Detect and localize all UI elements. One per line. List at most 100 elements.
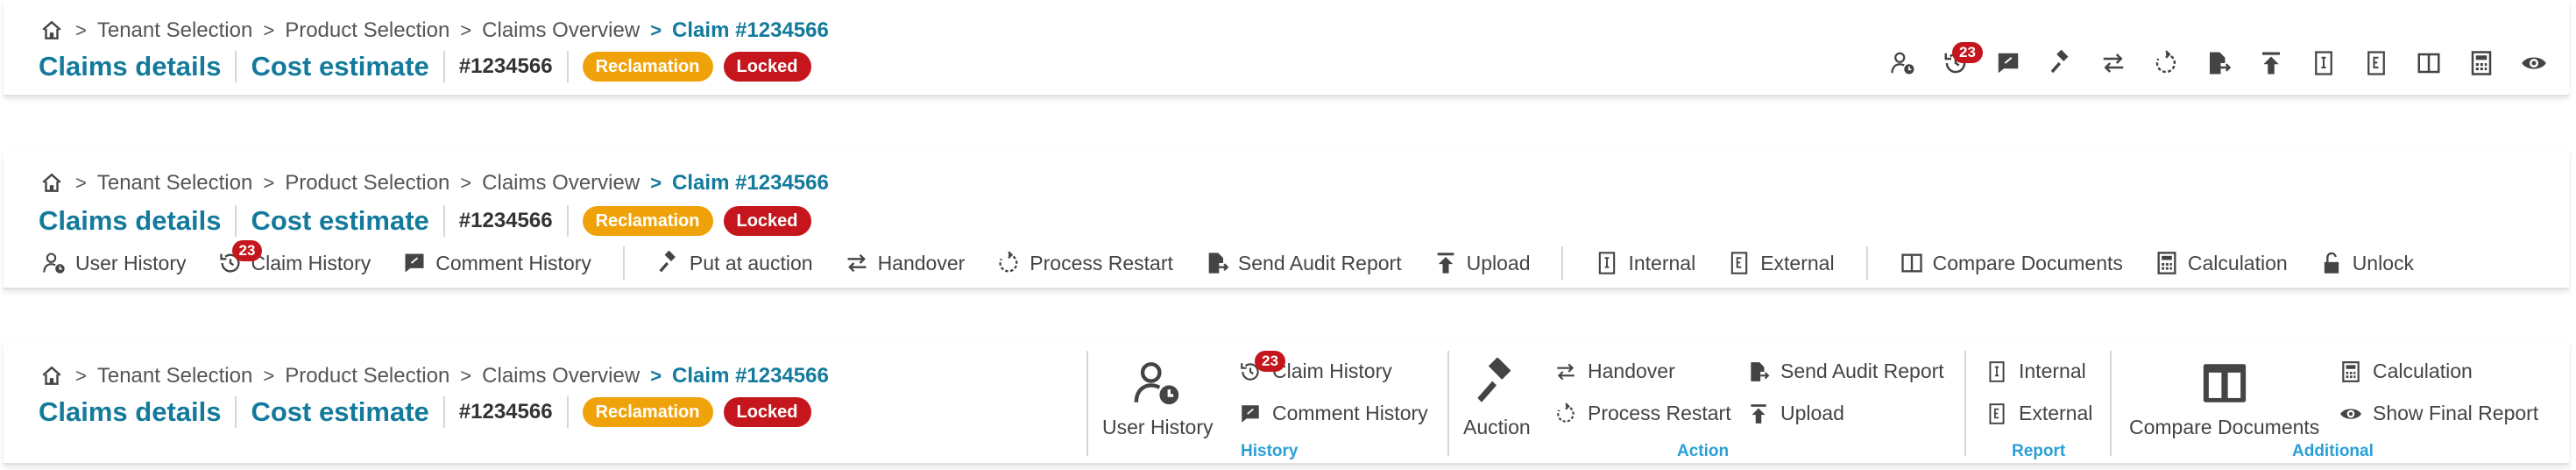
divider	[566, 396, 569, 428]
send-audit-report-button[interactable]	[2192, 46, 2245, 81]
breadcrumb-product-selection[interactable]: Product Selection	[285, 171, 449, 196]
calculation-button[interactable]: Calculation	[2339, 360, 2473, 383]
breadcrumb-claims-overview[interactable]: Claims Overview	[482, 171, 640, 196]
compare-documents-button[interactable]	[2403, 46, 2455, 81]
eye-icon	[2339, 402, 2362, 425]
header-variant-toolbar: > Tenant Selection > Product Selection >…	[4, 151, 2569, 289]
auction-button[interactable]	[2035, 46, 2087, 81]
comment-history-label: Comment History	[1272, 402, 1428, 424]
upload-button[interactable]: Upload	[1747, 402, 1844, 425]
internal-report-button[interactable]: Internal	[1985, 360, 2086, 383]
tab-claims-details[interactable]: Claims details	[39, 51, 221, 82]
home-icon[interactable]	[39, 365, 65, 388]
calculation-button[interactable]: Calculation	[2155, 251, 2288, 275]
divider	[566, 205, 569, 237]
claim-number: #1234566	[458, 400, 553, 424]
tab-cost-estimate[interactable]: Cost estimate	[251, 51, 428, 82]
user-history-button[interactable]: User History	[1102, 358, 1214, 439]
tab-claims-details[interactable]: Claims details	[39, 205, 221, 237]
group-label-additional: Additional	[2292, 442, 2374, 460]
process-restart-button[interactable]: Process Restart	[996, 251, 1173, 275]
divider	[442, 396, 445, 428]
external-document-icon	[1985, 402, 2008, 425]
divider	[2110, 351, 2112, 456]
auction-button[interactable]: Auction	[1463, 358, 1531, 439]
user-history-icon	[1132, 358, 1183, 409]
put-at-auction-button[interactable]: Put at auction	[656, 251, 813, 275]
tab-claims-details[interactable]: Claims details	[39, 396, 221, 428]
breadcrumb-claims-overview[interactable]: Claims Overview	[482, 364, 640, 388]
internal-document-icon	[1595, 251, 1619, 275]
tab-cost-estimate[interactable]: Cost estimate	[251, 205, 428, 237]
status-badge-locked: Locked	[723, 52, 811, 82]
divider	[1561, 246, 1564, 280]
upload-button[interactable]: Upload	[1433, 251, 1530, 275]
home-icon[interactable]	[39, 172, 65, 195]
unlock-button[interactable]: Unlock	[2319, 251, 2414, 275]
compare-documents-label: Compare Documents	[1932, 251, 2123, 274]
restart-icon	[2153, 50, 2179, 76]
user-history-icon	[42, 251, 67, 275]
handover-button[interactable]: Handover	[845, 251, 966, 275]
compare-documents-button[interactable]: Compare Documents	[2129, 358, 2319, 439]
calculation-label: Calculation	[2373, 360, 2473, 382]
status-badge-reclamation: Reclamation	[582, 206, 713, 236]
send-document-icon	[2205, 50, 2232, 76]
comment-icon	[1995, 50, 2021, 76]
chevron-right-icon: >	[650, 365, 662, 387]
internal-label: Internal	[2019, 360, 2086, 382]
gavel-icon	[1471, 358, 1522, 409]
internal-report-button[interactable]	[2297, 46, 2350, 81]
internal-report-button[interactable]: Internal	[1595, 251, 1695, 275]
internal-label: Internal	[1628, 251, 1696, 274]
tab-cost-estimate[interactable]: Cost estimate	[251, 396, 428, 428]
user-history-label: User History	[1102, 416, 1214, 438]
send-audit-report-label: Send Audit Report	[1237, 251, 1402, 274]
compare-documents-label: Compare Documents	[2129, 416, 2320, 438]
external-report-button[interactable]	[2350, 46, 2403, 81]
breadcrumb-tenant-selection[interactable]: Tenant Selection	[97, 364, 252, 388]
chevron-right-icon: >	[263, 172, 275, 194]
chevron-right-icon: >	[263, 365, 275, 387]
breadcrumb-tenant-selection[interactable]: Tenant Selection	[97, 18, 252, 43]
comment-history-button[interactable]	[1982, 46, 2035, 81]
show-final-report-button[interactable]: Show Final Report	[2339, 402, 2538, 425]
show-final-report-button[interactable]	[2508, 46, 2560, 81]
comment-history-button[interactable]: Comment History	[402, 251, 591, 275]
user-history-button[interactable]: User History	[42, 251, 187, 275]
calculator-icon	[2155, 251, 2179, 275]
process-restart-button[interactable]: Process Restart	[1554, 402, 1731, 425]
handover-label: Handover	[877, 251, 966, 274]
comment-history-button[interactable]: Comment History	[1239, 402, 1428, 425]
handover-button[interactable]: Handover	[1554, 360, 1675, 383]
comment-icon	[402, 251, 427, 275]
claim-history-button[interactable]: 23 Claim History	[1239, 351, 1392, 383]
user-history-label: User History	[75, 251, 187, 274]
breadcrumb-product-selection[interactable]: Product Selection	[285, 364, 449, 388]
home-icon[interactable]	[39, 19, 65, 42]
send-audit-report-button[interactable]: Send Audit Report	[1205, 251, 1402, 275]
external-report-button[interactable]: External	[1985, 402, 2092, 425]
chevron-right-icon: >	[460, 19, 472, 41]
breadcrumb-tenant-selection[interactable]: Tenant Selection	[97, 171, 252, 196]
icon-toolbar: 23	[1877, 42, 2560, 81]
compare-documents-button[interactable]: Compare Documents	[1900, 251, 2123, 275]
send-audit-report-button[interactable]: Send Audit Report	[1747, 360, 1944, 383]
upload-icon	[2258, 50, 2284, 76]
calculation-button[interactable]	[2455, 46, 2508, 81]
breadcrumb-product-selection[interactable]: Product Selection	[285, 18, 449, 43]
user-history-button[interactable]	[1877, 46, 1929, 81]
claim-history-button[interactable]: 23	[1929, 42, 1983, 81]
process-restart-button[interactable]	[2140, 46, 2192, 81]
divider	[1447, 351, 1449, 456]
claim-history-button[interactable]: 23 Claim History	[218, 240, 371, 275]
upload-icon	[1433, 251, 1458, 275]
breadcrumb-claims-overview[interactable]: Claims Overview	[482, 18, 640, 43]
compare-icon	[2416, 50, 2442, 76]
external-report-button[interactable]: External	[1727, 251, 1835, 275]
handover-button[interactable]	[2087, 46, 2140, 81]
upload-button[interactable]	[2245, 46, 2297, 81]
chevron-right-icon: >	[650, 19, 662, 41]
calculation-label: Calculation	[2187, 251, 2288, 274]
internal-document-icon	[2311, 50, 2337, 76]
